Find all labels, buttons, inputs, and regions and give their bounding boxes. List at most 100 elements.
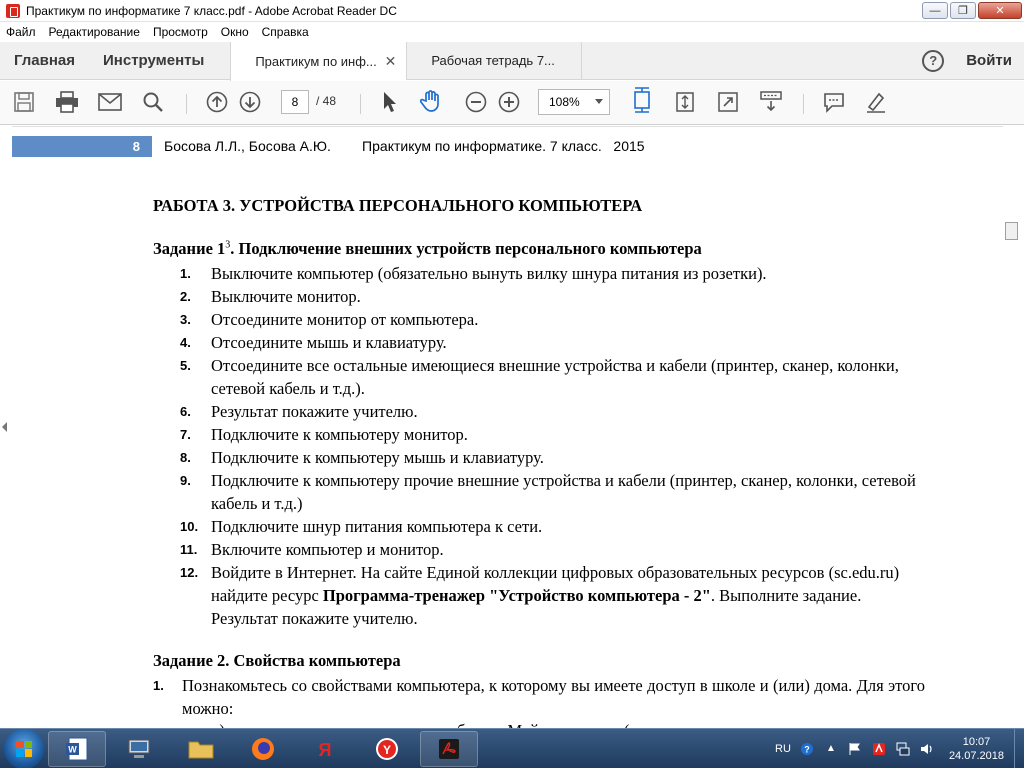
- firefox-icon: [252, 737, 274, 760]
- task2-heading: Задание 2. Свойства компьютера: [153, 651, 401, 670]
- menu-edit[interactable]: Редактирование: [49, 25, 140, 39]
- tab-document-2[interactable]: Рабочая тетрадь 7...: [406, 42, 583, 79]
- list-item-text: Выключите монитор.: [211, 287, 361, 306]
- work-title: РАБОТА 3. УСТРОЙСТВА ПЕРСОНАЛЬНОГО КОМПЬ…: [153, 196, 643, 215]
- list-item-number: 1.: [180, 266, 191, 281]
- taskbar-computer[interactable]: [110, 731, 168, 767]
- menu-file[interactable]: Файл: [6, 25, 36, 39]
- task1-heading-suffix: . Подключение внешних устройств персонал…: [230, 239, 702, 258]
- list-item-text: Подключите к компьютеру монитор.: [211, 425, 468, 444]
- taskbar-yandex-browser[interactable]: Y: [358, 731, 416, 767]
- list-item-text: Отсоедините все остальные имеющиеся внеш…: [211, 356, 899, 398]
- list-item-text: Подключите к компьютеру мышь и клавиатур…: [211, 448, 544, 467]
- show-hidden-icons-icon[interactable]: ▲: [823, 741, 839, 757]
- vertical-scrollbar[interactable]: [1003, 126, 1020, 728]
- volume-icon[interactable]: [919, 741, 935, 757]
- help-tray-icon[interactable]: ?: [799, 741, 815, 757]
- taskbar-firefox[interactable]: [234, 731, 292, 767]
- hand-tool-icon[interactable]: [419, 89, 443, 113]
- list-item-number: 3.: [180, 312, 191, 327]
- full-screen-icon[interactable]: [716, 90, 740, 114]
- comment-icon[interactable]: [822, 90, 846, 114]
- list-item-text: Подключите шнур питания компьютера к сет…: [211, 517, 543, 536]
- svg-text:?: ?: [804, 744, 810, 754]
- page-header-text: Босова Л.Л., Босова А.Ю. Практикум по ин…: [164, 138, 645, 154]
- task2-list: 1. Познакомьтесь со свойствами компьютера…: [153, 674, 925, 720]
- print-icon[interactable]: [55, 90, 79, 114]
- show-desktop-button[interactable]: [1014, 728, 1024, 768]
- zoom-out-icon[interactable]: [464, 90, 488, 114]
- window-title: Практикум по информатике 7 класс.pdf - A…: [26, 3, 397, 18]
- list-item: 11. Включите компьютер и монитор.: [180, 538, 920, 561]
- tab-document-active[interactable]: Практикум по инф... ✕: [230, 42, 407, 81]
- clock-time: 10:07: [962, 735, 991, 748]
- svg-text:Я: Я: [319, 740, 332, 760]
- task1-heading-prefix: Задание 1: [153, 239, 226, 258]
- antivirus-icon[interactable]: [871, 741, 887, 757]
- menu-view[interactable]: Просмотр: [153, 25, 208, 39]
- tab-bar: Главная Инструменты Практикум по инф... …: [0, 42, 1024, 81]
- clock[interactable]: 10:07 24.07.2018: [949, 735, 1004, 763]
- computer-icon: [128, 739, 150, 758]
- zoom-level-select[interactable]: 108%: [538, 89, 610, 115]
- menu-window[interactable]: Окно: [221, 25, 249, 39]
- tab-home[interactable]: Главная: [0, 42, 89, 79]
- page-edge: [12, 126, 1012, 127]
- network-icon[interactable]: [895, 741, 911, 757]
- email-icon[interactable]: [98, 90, 122, 114]
- read-aloud-icon[interactable]: [759, 89, 783, 113]
- start-button[interactable]: [4, 728, 44, 768]
- list-item: 7. Подключите к компьютеру монитор.: [180, 423, 920, 446]
- taskbar-yandex[interactable]: Я: [296, 731, 354, 767]
- zoom-in-icon[interactable]: [497, 90, 521, 114]
- signin-button[interactable]: Войти: [966, 52, 1012, 69]
- zoom-level-value: 108%: [549, 95, 580, 109]
- taskbar-acrobat[interactable]: [420, 730, 478, 767]
- list-item-text: Отсоедините мышь и клавиатуру.: [211, 333, 447, 352]
- save-icon[interactable]: [12, 90, 36, 114]
- menu-help[interactable]: Справка: [262, 25, 309, 39]
- list-item-text: Подключите к компьютеру прочие внешние у…: [211, 471, 916, 513]
- highlight-pen-icon[interactable]: [864, 90, 888, 114]
- maximize-button[interactable]: ❐: [950, 2, 976, 19]
- list-item-number: 8.: [180, 450, 191, 465]
- search-icon[interactable]: [141, 90, 165, 114]
- list-item: 9. Подключите к компьютеру прочие внешние…: [180, 469, 920, 515]
- next-page-icon[interactable]: [238, 90, 262, 114]
- close-button[interactable]: ✕: [978, 2, 1022, 19]
- list-item-number: 6.: [180, 404, 191, 419]
- language-indicator[interactable]: RU: [775, 743, 791, 755]
- tab-tools[interactable]: Инструменты: [89, 42, 218, 79]
- list-item-number: 11.: [180, 542, 198, 557]
- select-cursor-icon[interactable]: [378, 90, 402, 114]
- taskbar-explorer[interactable]: [172, 731, 230, 767]
- task1-list: 1. Выключите компьютер (обязательно вынут…: [180, 262, 920, 630]
- svg-text:Y: Y: [383, 743, 391, 757]
- taskbar-word[interactable]: W: [48, 730, 106, 767]
- left-panel-toggle-icon[interactable]: [2, 422, 7, 432]
- flag-icon[interactable]: [847, 741, 863, 757]
- toolbar-divider: [360, 94, 361, 114]
- scrollbar-thumb[interactable]: [1005, 222, 1018, 240]
- list-item: 6. Результат покажите учителю.: [180, 400, 920, 423]
- list-item-number: 10.: [180, 519, 199, 534]
- tab-close-icon[interactable]: ✕: [385, 53, 397, 70]
- resource-name: Программа-тренажер "Устройство компьютер…: [322, 586, 711, 605]
- list-item: 3. Отсоедините монитор от компьютера.: [180, 308, 920, 331]
- fit-page-icon[interactable]: [630, 87, 654, 113]
- svg-text:W: W: [68, 744, 77, 754]
- windows-logo-icon: [16, 740, 32, 757]
- scroll-mode-icon[interactable]: [673, 90, 697, 114]
- list-item: 2. Выключите монитор.: [180, 285, 920, 308]
- tab-document-2-label: Рабочая тетрадь 7...: [431, 53, 555, 68]
- help-icon[interactable]: ?: [922, 49, 945, 72]
- list-item-number: 7.: [180, 427, 191, 442]
- minimize-button[interactable]: —: [922, 2, 948, 19]
- list-item: 12. Войдите в Интернет. На сайте Единой к…: [180, 561, 920, 630]
- list-item-text: Результат покажите учителю.: [211, 402, 418, 421]
- menu-bar: Файл Редактирование Просмотр Окно Справк…: [0, 22, 1024, 42]
- folder-icon: [188, 741, 214, 758]
- page-number-input[interactable]: 8: [281, 90, 309, 114]
- list-item: 1. Познакомьтесь со свойствами компьютера…: [153, 674, 925, 720]
- previous-page-icon[interactable]: [205, 90, 229, 114]
